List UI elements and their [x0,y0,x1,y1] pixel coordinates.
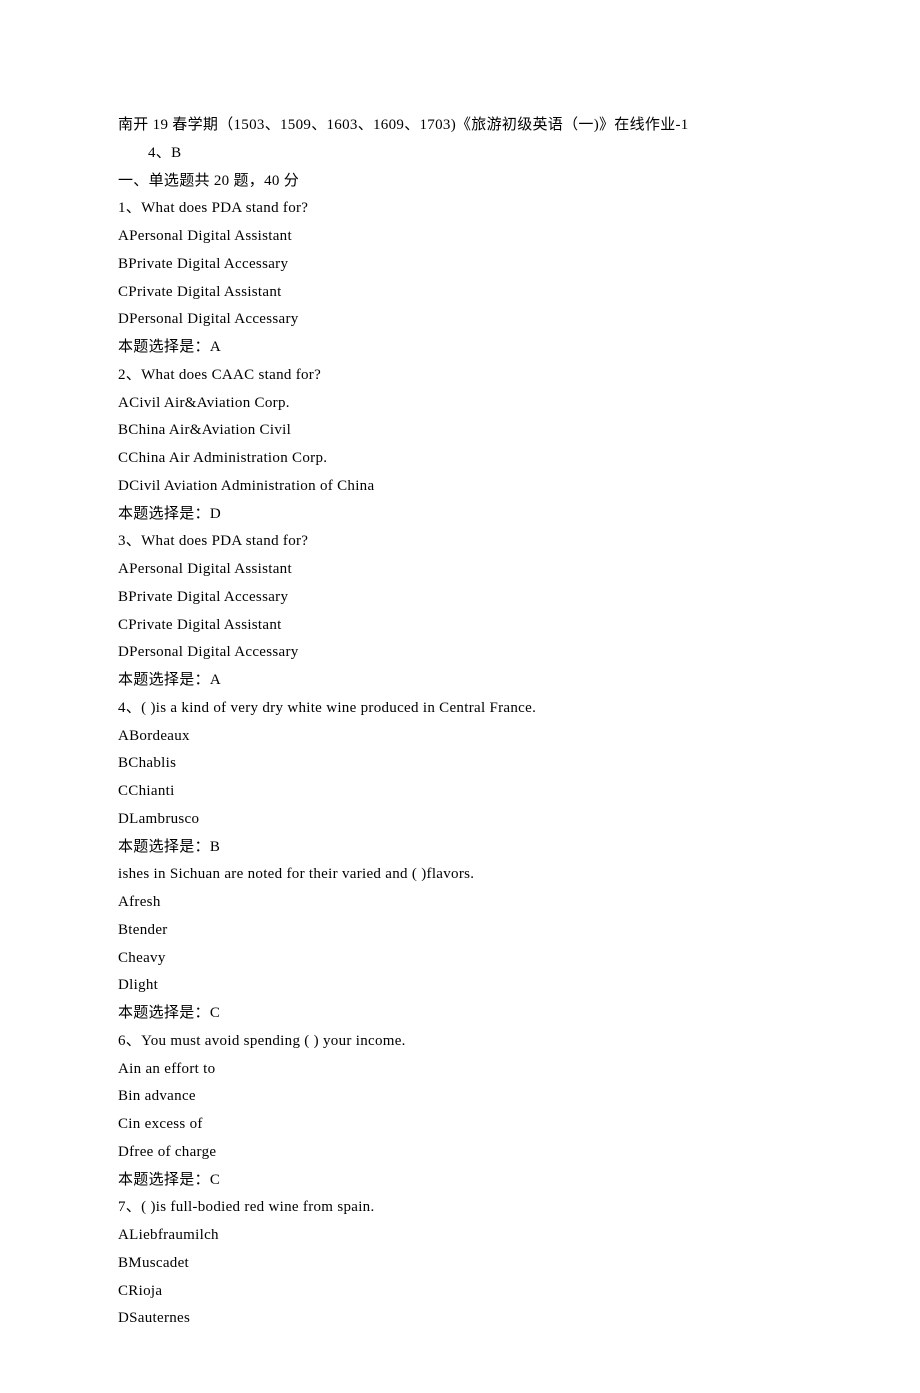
question-prompt: ishes in Sichuan are noted for their var… [118,861,802,889]
question-option: Afresh [118,889,802,917]
answer-prefix: 本题选择是： [118,839,210,855]
question-prompt: 7、( )is full-bodied red wine from spain. [118,1194,802,1222]
question-option: Dlight [118,972,802,1000]
answer-prefix: 本题选择是： [118,672,210,688]
answer-prefix: 本题选择是： [118,1005,210,1021]
question-option: CRioja [118,1278,802,1306]
question-prompt: 1、What does PDA stand for? [118,195,802,223]
question-option: DPersonal Digital Accessary [118,306,802,334]
question-answer: 本题选择是：C [118,1167,802,1195]
answer-prefix: 本题选择是： [118,339,210,355]
question-option: BPrivate Digital Accessary [118,584,802,612]
question-option: BPrivate Digital Accessary [118,251,802,279]
question-answer: 本题选择是：A [118,334,802,362]
question-option: DPersonal Digital Accessary [118,639,802,667]
question-option: BChablis [118,750,802,778]
question-option: BChina Air&Aviation Civil [118,417,802,445]
question-answer: 本题选择是：B [118,834,802,862]
question-option: CPrivate Digital Assistant [118,612,802,640]
answer-value: A [210,672,221,688]
answer-value: D [210,506,221,522]
question-option: Bin advance [118,1083,802,1111]
question-option: APersonal Digital Assistant [118,223,802,251]
question-option: CPrivate Digital Assistant [118,279,802,307]
question-option: ACivil Air&Aviation Corp. [118,390,802,418]
answer-value: C [210,1005,220,1021]
header-title: 南开 19 春学期（1503、1509、1603、1609、1703)《旅游初级… [118,112,802,140]
question-option: ALiebfraumilch [118,1222,802,1250]
answer-prefix: 本题选择是： [118,506,210,522]
answer-value: C [210,1172,220,1188]
answer-value: A [210,339,221,355]
question-option: Cheavy [118,945,802,973]
question-prompt: 3、What does PDA stand for? [118,528,802,556]
answer-prefix: 本题选择是： [118,1172,210,1188]
question-option: CChina Air Administration Corp. [118,445,802,473]
question-option: ABordeaux [118,723,802,751]
question-option: Btender [118,917,802,945]
question-answer: 本题选择是：C [118,1000,802,1028]
question-option: Dfree of charge [118,1139,802,1167]
question-option: CChianti [118,778,802,806]
question-option: DSauternes [118,1305,802,1333]
question-option: BMuscadet [118,1250,802,1278]
question-option: APersonal Digital Assistant [118,556,802,584]
question-prompt: 2、What does CAAC stand for? [118,362,802,390]
header-sub: 4、B [118,140,802,168]
question-prompt: 4、( )is a kind of very dry white wine pr… [118,695,802,723]
question-option: DLambrusco [118,806,802,834]
question-option: Cin excess of [118,1111,802,1139]
question-prompt: 6、You must avoid spending ( ) your incom… [118,1028,802,1056]
section-heading: 一、单选题共 20 题，40 分 [118,168,802,196]
question-option: Ain an effort to [118,1056,802,1084]
answer-value: B [210,839,220,855]
question-answer: 本题选择是：D [118,501,802,529]
document-page: 南开 19 春学期（1503、1509、1603、1609、1703)《旅游初级… [0,0,920,1393]
question-answer: 本题选择是：A [118,667,802,695]
question-option: DCivil Aviation Administration of China [118,473,802,501]
questions-container: 1、What does PDA stand for?APersonal Digi… [118,195,802,1333]
